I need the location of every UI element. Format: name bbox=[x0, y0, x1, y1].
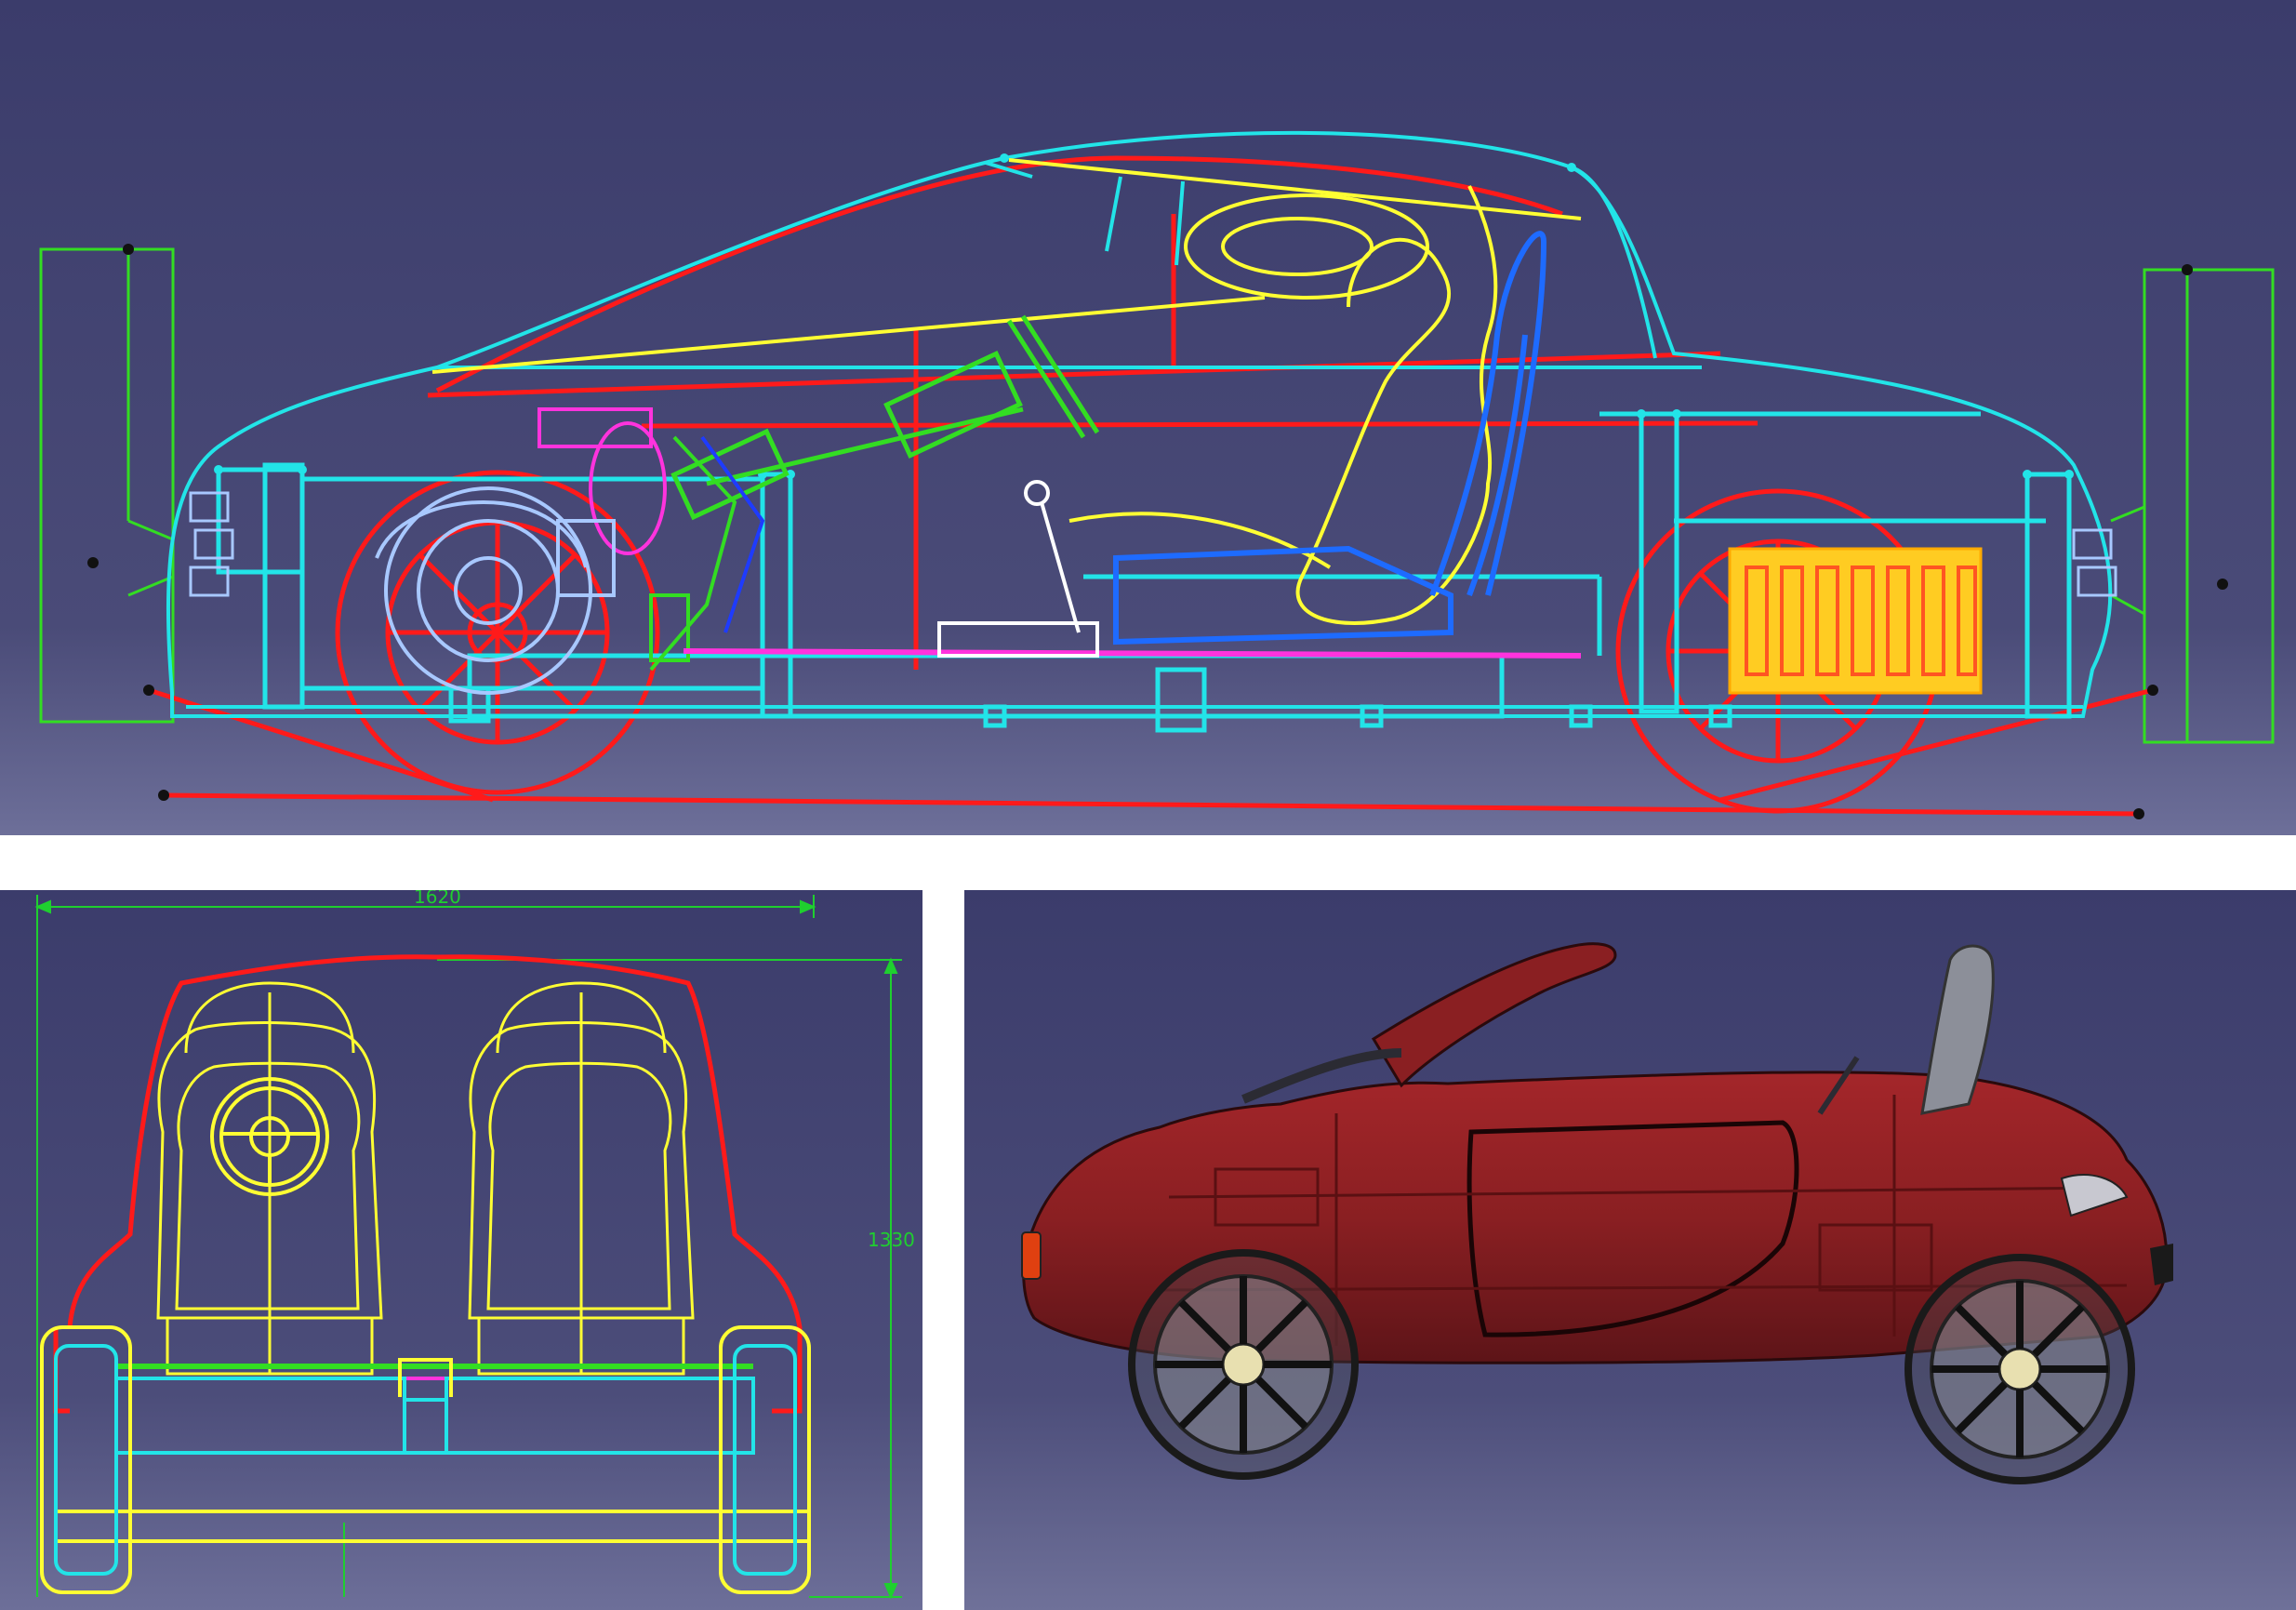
rendered-car-drawing bbox=[964, 890, 2296, 1610]
height-dimension-label: 1330 bbox=[868, 1229, 915, 1251]
front-section-drawing: 1620 1330 bbox=[0, 890, 922, 1610]
front-section-view: 1620 1330 bbox=[0, 890, 922, 1610]
front-wheel bbox=[1904, 1254, 2135, 1484]
rendered-car-view bbox=[964, 890, 2296, 1610]
viewport-background bbox=[0, 0, 2296, 835]
battery-pack bbox=[1728, 547, 1983, 695]
viewport-background bbox=[0, 890, 922, 1610]
side-elevation-drawing bbox=[0, 0, 2296, 835]
rear-wheel bbox=[1128, 1249, 1359, 1480]
side-elevation-view bbox=[0, 0, 2296, 835]
width-dimension-label: 1620 bbox=[414, 890, 461, 908]
